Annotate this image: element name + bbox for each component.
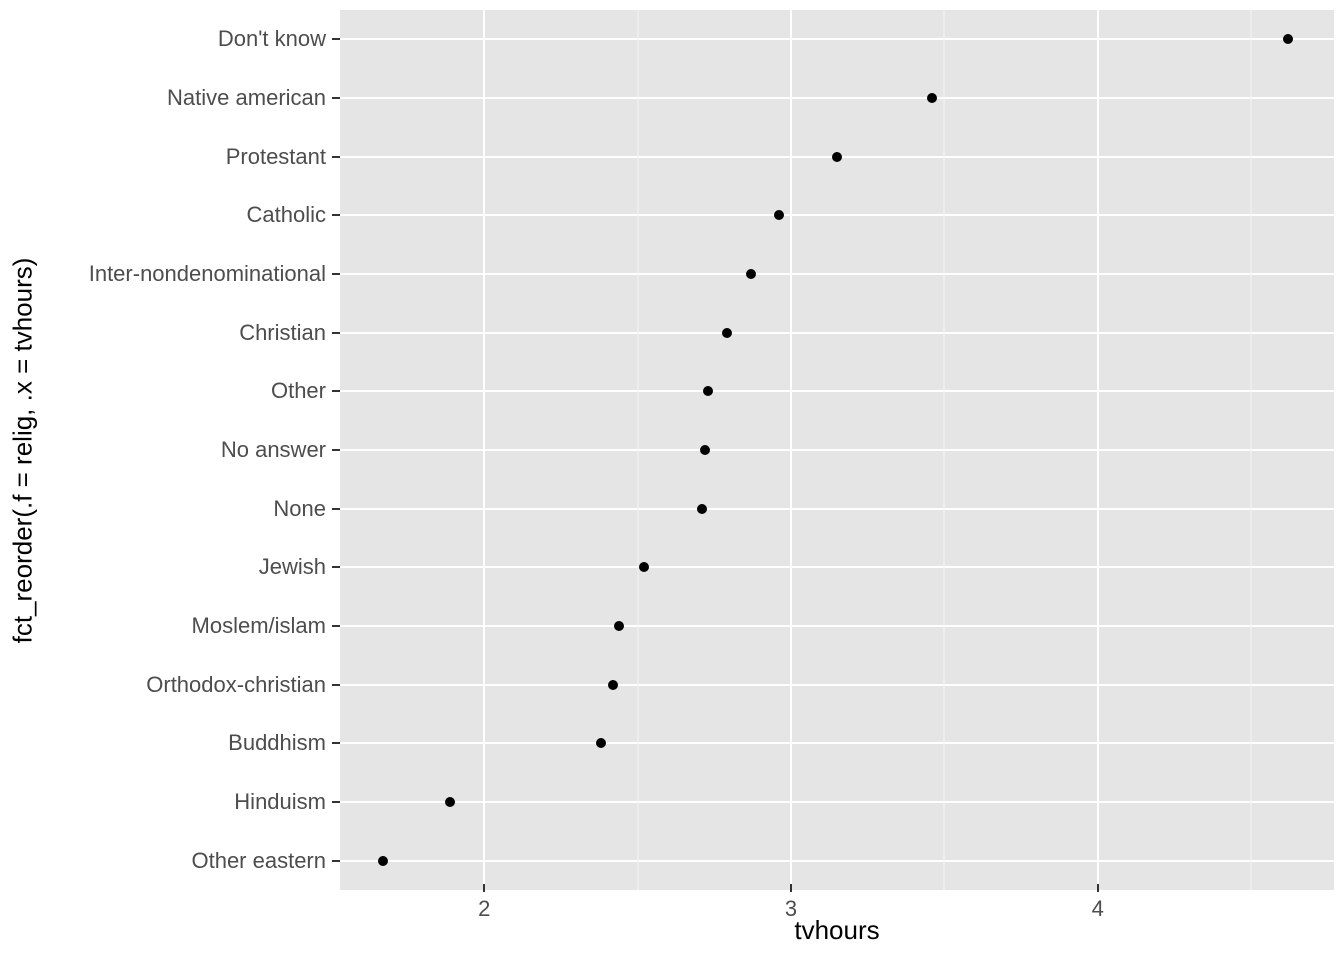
grid-line-vertical-major [790,10,792,890]
y-tick-mark [332,684,340,686]
y-tick-mark [332,566,340,568]
grid-line-horizontal [340,38,1334,40]
grid-line-horizontal [340,390,1334,392]
y-tick-label: Hinduism [234,789,326,815]
y-tick-label: Orthodox-christian [146,672,326,698]
data-point [722,328,732,338]
y-tick-label: Catholic [247,202,326,228]
x-tick-mark [483,884,485,892]
grid-line-horizontal [340,332,1334,334]
data-point [832,152,842,162]
grid-line-horizontal [340,273,1334,275]
grid-line-horizontal [340,566,1334,568]
y-tick-mark [332,214,340,216]
y-tick-mark [332,332,340,334]
data-point [697,504,707,514]
x-axis-title: tvhours [340,915,1334,955]
data-point [774,210,784,220]
y-tick-label: No answer [221,437,326,463]
data-point [614,621,624,631]
data-point [746,269,756,279]
y-tick-label: Buddhism [228,730,326,756]
y-tick-mark [332,97,340,99]
data-point [639,562,649,572]
y-tick-mark [332,156,340,158]
x-tick-mark [1097,884,1099,892]
y-tick-mark [332,801,340,803]
plot-area [340,10,1334,890]
data-point [445,797,455,807]
data-point [700,445,710,455]
grid-line-vertical-minor [637,10,638,890]
y-tick-label: Native american [167,85,326,111]
grid-line-vertical-minor [1251,10,1252,890]
y-tick-label: Don't know [218,26,326,52]
y-tick-label: Protestant [226,144,326,170]
grid-line-horizontal [340,508,1334,510]
y-axis-title: fct_reorder(.f = relig, .x = tvhours) [8,0,38,900]
y-tick-label: None [273,496,326,522]
x-tick-mark [790,884,792,892]
y-tick-mark [332,38,340,40]
y-tick-mark [332,742,340,744]
y-tick-mark [332,860,340,862]
grid-line-horizontal [340,801,1334,803]
y-tick-mark [332,449,340,451]
data-point [596,738,606,748]
x-axis-title-text: tvhours [794,915,879,945]
y-tick-mark [332,390,340,392]
y-tick-label: Christian [239,320,326,346]
y-tick-label: Jewish [259,554,326,580]
y-tick-label: Other eastern [191,848,326,874]
grid-line-horizontal [340,97,1334,99]
y-tick-mark [332,508,340,510]
grid-line-horizontal [340,214,1334,216]
y-tick-label: Other [271,378,326,404]
y-axis-ticks: Other eastern Hinduism Buddhism Orthodox-ch… [40,10,340,890]
data-point [608,680,618,690]
data-point [378,856,388,866]
grid-line-horizontal [340,860,1334,862]
grid-line-vertical-minor [944,10,945,890]
grid-line-horizontal [340,449,1334,451]
y-tick-label: Moslem/islam [192,613,326,639]
y-tick-label: Inter-nondenominational [89,261,326,287]
data-point [1283,34,1293,44]
y-tick-mark [332,625,340,627]
grid-line-horizontal [340,684,1334,686]
data-point [927,93,937,103]
y-axis-title-text: fct_reorder(.f = relig, .x = tvhours) [8,257,39,643]
grid-line-vertical-major [1097,10,1099,890]
grid-line-vertical-major [483,10,485,890]
data-point [703,386,713,396]
grid-line-horizontal [340,625,1334,627]
grid-line-horizontal [340,742,1334,744]
y-tick-mark [332,273,340,275]
chart-container: fct_reorder(.f = relig, .x = tvhours) Ot… [0,0,1344,960]
